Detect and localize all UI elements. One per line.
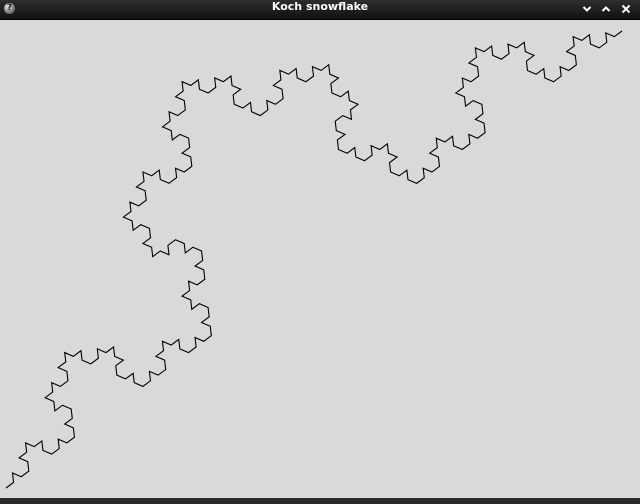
koch-curve — [5, 30, 623, 489]
bottom-border — [0, 498, 640, 504]
title-bar[interactable]: ? Koch snowflake — [0, 0, 640, 20]
close-button[interactable] — [619, 2, 633, 16]
chevron-down-icon — [582, 6, 592, 12]
window-title: Koch snowflake — [271, 0, 369, 13]
minimize-button[interactable] — [580, 2, 594, 16]
drawing-canvas — [5, 30, 623, 489]
close-icon — [621, 4, 631, 14]
app-window: ? Koch snowflake — [0, 0, 640, 504]
chevron-up-icon — [601, 6, 611, 12]
maximize-button[interactable] — [599, 2, 613, 16]
